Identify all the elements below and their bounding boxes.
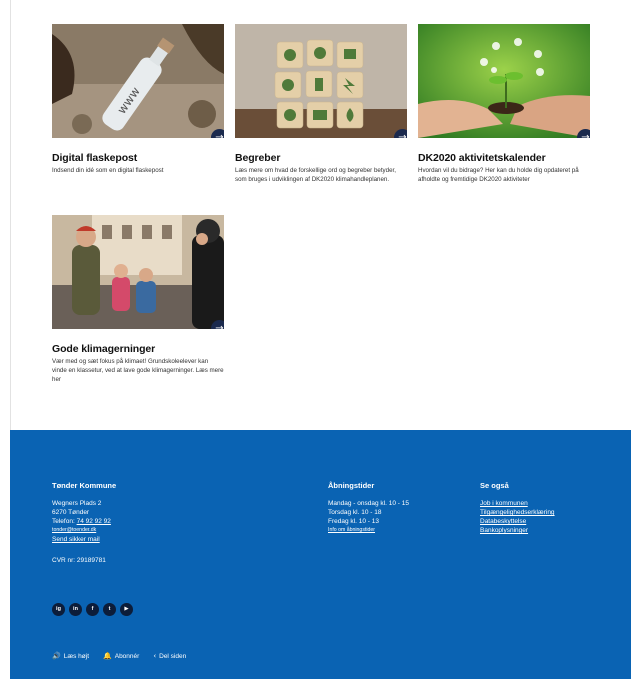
card-digital-flaskepost[interactable]: www → Digital flaskepost Indsend din idé…	[52, 24, 224, 175]
read-aloud-label: Læs højt	[63, 652, 90, 660]
link-accessibility[interactable]: Tilgængelighedserklæring	[480, 508, 610, 517]
hours-line-2: Torsdag kl. 10 - 18	[328, 509, 382, 516]
hours-info-link[interactable]: Info om åbningstider	[328, 526, 468, 535]
facebook-icon[interactable]: f	[86, 603, 99, 616]
secure-mail-link[interactable]: Send sikker mail	[52, 535, 222, 544]
hours-line-3: Fredag kl. 10 - 13	[328, 518, 379, 525]
content-area: www → Digital flaskepost Indsend din idé…	[0, 0, 631, 430]
share-label: Del siden	[159, 652, 187, 660]
hands-plant-illustration	[418, 24, 590, 138]
footer: Tønder Kommune Wegners Plads 2 6270 Tønd…	[10, 430, 631, 679]
link-job[interactable]: Job i kommunen	[480, 499, 610, 508]
footer-see-also-title: Se også	[480, 481, 509, 490]
address-line-2: 6270 Tønder	[52, 509, 90, 516]
phone-row: Telefon: 74 92 92 92	[52, 517, 222, 526]
link-data-protection[interactable]: Databeskyttelse	[480, 517, 610, 526]
footer-hours-title: Åbningstider	[328, 481, 375, 490]
subscribe-button[interactable]: 🔔 Abonnér	[103, 652, 139, 660]
eco-blocks-illustration	[235, 24, 407, 138]
card-title: Gode klimagerninger	[52, 343, 156, 355]
footer-see-also: Se også Job i kommunen Tilgængelighedser…	[480, 481, 610, 535]
address-line-1: Wegners Plads 2	[52, 500, 102, 507]
instagram-icon[interactable]: ig	[52, 603, 65, 616]
email-link[interactable]: tonder@toender.dk	[52, 526, 222, 535]
hands-plant-image: →	[418, 24, 590, 138]
arrow-right-icon[interactable]: →	[211, 320, 224, 329]
cvr-number: CVR nr: 29189781	[52, 557, 106, 564]
subscribe-label: Abonnér	[114, 652, 140, 660]
eco-blocks-image: →	[235, 24, 407, 138]
card-text: Læs mere om hvad de forskellige ord og b…	[235, 167, 396, 183]
card-text: Vær med og sæt fokus på klimaet! Grundsk…	[52, 358, 224, 383]
card-title: Begreber	[235, 152, 281, 164]
share-icon: ‹	[153, 652, 157, 660]
arrow-right-icon[interactable]: →	[577, 129, 590, 138]
link-bank-info[interactable]: Bankoplysninger	[480, 526, 610, 535]
card-gode-klimagerninger[interactable]: → Gode klimagerninger Vær med og sæt fok…	[52, 215, 224, 384]
arrow-right-icon[interactable]: →	[211, 129, 224, 138]
bottle-illustration: www	[52, 24, 224, 138]
footer-org-title: Tønder Kommune	[52, 481, 117, 490]
card-begreber[interactable]: → Begreber Læs mere om hvad de forskelli…	[235, 24, 407, 184]
share-button[interactable]: ‹ Del siden	[153, 652, 186, 660]
hours-line-1: Mandag - onsdag kl. 10 - 15	[328, 500, 409, 507]
read-aloud-button[interactable]: 🔊 Læs højt	[52, 652, 89, 660]
social-links: ig in f t ▶	[52, 603, 133, 616]
bottle-image: www →	[52, 24, 224, 138]
card-aktivitetskalender[interactable]: → DK2020 aktivitetskalender Hvordan vil …	[418, 24, 590, 184]
twitter-icon[interactable]: t	[103, 603, 116, 616]
phone-link[interactable]: 74 92 92 92	[77, 518, 111, 525]
card-text: Indsend din idé som en digital flaskepos…	[52, 167, 164, 174]
youtube-icon[interactable]: ▶	[120, 603, 133, 616]
footer-hours: Åbningstider Mandag - onsdag kl. 10 - 15…	[328, 481, 468, 535]
arrow-right-icon[interactable]: →	[394, 129, 407, 138]
footer-tools: 🔊 Læs højt 🔔 Abonnér ‹ Del siden	[52, 652, 186, 660]
card-title: DK2020 aktivitetskalender	[418, 152, 546, 164]
phone-label: Telefon:	[52, 518, 77, 525]
footer-org: Tønder Kommune Wegners Plads 2 6270 Tønd…	[52, 481, 222, 565]
left-divider	[10, 0, 11, 430]
card-text: Hvordan vil du bidrage? Her kan du holde…	[418, 167, 579, 183]
linkedin-icon[interactable]: in	[69, 603, 82, 616]
speaker-icon: 🔊	[52, 652, 61, 660]
bell-icon: 🔔	[103, 652, 112, 660]
card-title: Digital flaskepost	[52, 152, 138, 164]
cyclists-illustration	[52, 215, 224, 329]
cyclists-image: →	[52, 215, 224, 329]
